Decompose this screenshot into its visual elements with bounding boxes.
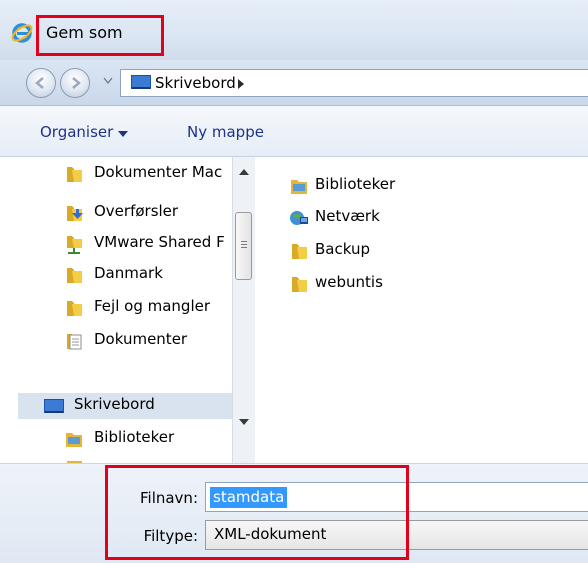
back-button[interactable]: [26, 68, 56, 98]
navigation-pane: Dokumenter Mac Overførsler VMware Shared…: [0, 157, 233, 463]
forward-button[interactable]: [60, 68, 90, 98]
new-folder-button[interactable]: Ny mappe: [187, 123, 264, 141]
folder-icon: [292, 244, 307, 259]
highlight-box-form: [105, 465, 409, 560]
nav-item-skrivebord[interactable]: Skrivebord: [18, 393, 232, 419]
scroll-down-arrow-icon[interactable]: [239, 419, 249, 425]
file-list: Biblioteker Netværk Backup webuntis: [255, 157, 588, 463]
libraries-icon: [291, 180, 307, 194]
network-folder-icon: [67, 236, 82, 254]
libraries-icon: [66, 433, 82, 447]
network-icon: [290, 211, 308, 225]
scroll-up-arrow-icon[interactable]: [239, 169, 249, 175]
organise-button[interactable]: Organiser: [40, 123, 113, 141]
navigation-scrollbar[interactable]: [232, 157, 255, 463]
nav-item-dokumenter-mac[interactable]: Dokumenter Mac: [64, 161, 230, 187]
dropdown-arrow-icon[interactable]: [118, 131, 128, 137]
forward-arrow-icon: [72, 77, 81, 89]
nav-item-vmware-shared[interactable]: VMware Shared F: [64, 231, 230, 257]
back-arrow-icon: [35, 77, 44, 89]
nav-item-overforsler[interactable]: Overførsler: [64, 200, 230, 226]
toolbar: Organiser Ny mappe: [0, 106, 588, 157]
internet-explorer-icon: [11, 23, 33, 43]
documents-icon: [67, 334, 82, 350]
desktop-icon: [131, 75, 151, 89]
desktop-icon: [44, 399, 64, 413]
folder-icon: [67, 301, 82, 316]
address-bar: Skrivebord: [0, 60, 588, 106]
folder-icon: [67, 167, 82, 182]
breadcrumb-skrivebord[interactable]: Skrivebord: [155, 74, 236, 92]
highlight-box-title: [36, 15, 164, 56]
nav-item-partial: [64, 455, 230, 463]
folder-icon: [67, 268, 82, 283]
recent-pages-chevron-icon[interactable]: [103, 77, 113, 85]
nav-item-dokumenter[interactable]: Dokumenter: [64, 328, 230, 354]
downloads-folder-icon: [67, 206, 83, 221]
nav-item-danmark[interactable]: Danmark: [64, 262, 230, 288]
nav-item-biblioteker[interactable]: Biblioteker: [64, 426, 230, 452]
breadcrumb-chevron-icon[interactable]: [237, 79, 245, 89]
nav-item-fejl-og-mangler[interactable]: Fejl og mangler: [64, 295, 230, 321]
breadcrumb[interactable]: Skrivebord: [120, 69, 588, 97]
scrollbar-thumb[interactable]: [235, 212, 252, 280]
folder-icon: [292, 277, 307, 292]
